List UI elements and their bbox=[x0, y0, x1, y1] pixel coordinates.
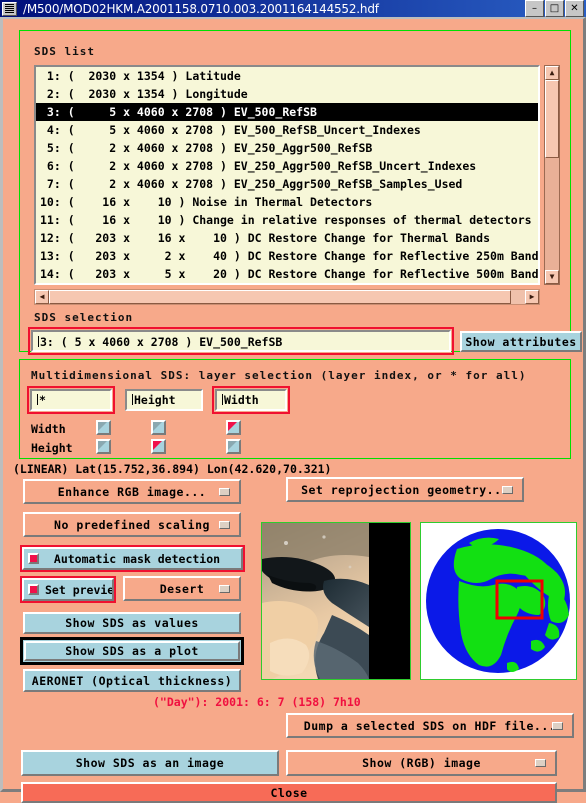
height-dim-input[interactable]: Height bbox=[125, 389, 203, 411]
automatic-mask-detection-toggle[interactable]: Automatic mask detection bbox=[20, 545, 245, 572]
show-attributes-label: Show attributes bbox=[465, 334, 577, 349]
list-item[interactable]: 7: ( 2 x 4060 x 2708 ) EV_250_Aggr500_Re… bbox=[36, 175, 538, 193]
vertical-scroll-thumb[interactable] bbox=[545, 80, 559, 158]
width-row-label: Width bbox=[31, 422, 66, 436]
layer-index-input[interactable]: * bbox=[27, 386, 115, 414]
width-check-1[interactable] bbox=[96, 420, 111, 435]
list-item[interactable]: 6: ( 2 x 4060 x 2708 ) EV_250_Aggr500_Re… bbox=[36, 157, 538, 175]
list-item[interactable]: 12: ( 203 x 16 x 10 ) DC Restore Change … bbox=[36, 229, 538, 247]
list-horizontal-scrollbar[interactable]: ◀ ▶ bbox=[34, 289, 540, 305]
text-caret bbox=[132, 394, 133, 405]
show-rgb-image-label: Show (RGB) image bbox=[362, 756, 481, 770]
automatic-mask-detection-label: Automatic mask detection bbox=[53, 551, 221, 566]
list-item[interactable]: 4: ( 5 x 4060 x 2708 ) EV_500_RefSB_Unce… bbox=[36, 121, 538, 139]
list-item[interactable]: 1: ( 2030 x 1354 ) Latitude bbox=[36, 67, 538, 85]
client-area: SDS list 1: ( 2030 x 1354 ) Latitude 2: … bbox=[0, 17, 586, 803]
dump-sds-label: Dump a selected SDS on HDF file... bbox=[303, 718, 557, 733]
sds-list[interactable]: 1: ( 2030 x 1354 ) Latitude 2: ( 2030 x … bbox=[34, 65, 540, 285]
list-item[interactable]: 14: ( 203 x 5 x 20 ) DC Restore Change f… bbox=[36, 265, 538, 283]
show-sds-plot-button[interactable]: Show SDS as a plot bbox=[20, 637, 244, 665]
set-preview-toggle[interactable]: Set preview bbox=[20, 576, 116, 603]
enhance-rgb-button[interactable]: Enhance RGB image... bbox=[23, 479, 241, 504]
close-button[interactable]: Close bbox=[21, 782, 557, 803]
height-check-2[interactable] bbox=[151, 439, 166, 454]
height-check-1[interactable] bbox=[96, 439, 111, 454]
no-predefined-scaling-label: No predefined scaling bbox=[54, 517, 210, 532]
option-menu-icon bbox=[535, 759, 546, 767]
modis-scene-preview[interactable] bbox=[261, 522, 411, 680]
set-reprojection-label: Set reprojection geometry... bbox=[301, 482, 509, 497]
dump-sds-button[interactable]: Dump a selected SDS on HDF file... bbox=[286, 713, 574, 738]
set-reprojection-button[interactable]: Set reprojection geometry... bbox=[286, 477, 524, 502]
sds-selection-label: SDS selection bbox=[34, 311, 134, 324]
scene-image bbox=[262, 523, 410, 679]
horizontal-scroll-thumb[interactable] bbox=[49, 290, 511, 304]
width-dim-input[interactable]: Width bbox=[212, 386, 290, 414]
close-label: Close bbox=[270, 785, 308, 800]
title-bar: /M500/MOD02HKM.A2001158.0710.003.2001164… bbox=[0, 0, 586, 17]
minimize-icon[interactable]: – bbox=[525, 0, 544, 17]
window-controls: – □ ✕ bbox=[525, 0, 584, 17]
show-sds-values-button[interactable]: Show SDS as values bbox=[23, 612, 241, 634]
layer-selection-group: Multidimensional SDS: layer selection (l… bbox=[19, 359, 571, 459]
desert-label: Desert bbox=[159, 581, 205, 596]
option-menu-icon bbox=[502, 485, 513, 494]
list-item[interactable]: 2: ( 2030 x 1354 ) Longitude bbox=[36, 85, 538, 103]
option-menu-icon bbox=[219, 584, 230, 593]
globe-locator-preview[interactable] bbox=[420, 522, 577, 680]
list-item[interactable]: 10: ( 16 x 10 ) Noise in Thermal Detecto… bbox=[36, 193, 538, 211]
list-item[interactable]: 5: ( 2 x 4060 x 2708 ) EV_250_Aggr500_Re… bbox=[36, 139, 538, 157]
sds-selection-input[interactable]: 3: ( 5 x 4060 x 2708 ) EV_500_RefSB bbox=[28, 327, 454, 355]
layer-selection-label: Multidimensional SDS: layer selection (l… bbox=[31, 369, 527, 382]
show-sds-values-label: Show SDS as values bbox=[65, 616, 199, 630]
text-caret bbox=[222, 394, 223, 405]
width-dim-value: Width bbox=[224, 393, 259, 407]
sds-selection-value: 3: ( 5 x 4060 x 2708 ) EV_500_RefSB bbox=[40, 335, 283, 349]
list-vertical-scrollbar[interactable]: ▲ ▼ bbox=[544, 65, 560, 285]
height-row-label: Height bbox=[31, 441, 73, 455]
close-icon[interactable]: ✕ bbox=[565, 0, 584, 17]
aeronet-button[interactable]: AERONET (Optical thickness) bbox=[23, 669, 241, 692]
option-menu-icon bbox=[219, 520, 230, 529]
sds-list-label: SDS list bbox=[34, 45, 95, 58]
window-menu-icon[interactable] bbox=[2, 1, 17, 16]
list-item[interactable]: 13: ( 203 x 2 x 40 ) DC Restore Change f… bbox=[36, 247, 538, 265]
height-dim-value: Height bbox=[134, 393, 176, 407]
window-title: /M500/MOD02HKM.A2001158.0710.003.2001164… bbox=[23, 1, 379, 16]
show-sds-image-label: Show SDS as an image bbox=[75, 756, 225, 770]
show-sds-image-button[interactable]: Show SDS as an image bbox=[21, 750, 279, 776]
checkbox-indicator bbox=[28, 584, 39, 595]
scroll-down-icon[interactable]: ▼ bbox=[545, 270, 559, 284]
maximize-icon[interactable]: □ bbox=[545, 0, 564, 17]
day-status-label: ("Day"): 2001: 6: 7 (158) 7h10 bbox=[153, 695, 361, 709]
list-item[interactable]: 11: ( 16 x 10 ) Change in relative respo… bbox=[36, 211, 538, 229]
desert-option-button[interactable]: Desert bbox=[123, 576, 241, 601]
show-sds-plot-inner: Show SDS as a plot bbox=[24, 641, 240, 661]
checkbox-indicator bbox=[28, 553, 39, 564]
text-caret bbox=[38, 336, 39, 347]
list-item-selected[interactable]: 3: ( 5 x 4060 x 2708 ) EV_500_RefSB bbox=[36, 103, 538, 121]
show-sds-plot-label: Show SDS as a plot bbox=[65, 644, 199, 658]
aeronet-label: AERONET (Optical thickness) bbox=[31, 673, 233, 688]
show-attributes-button[interactable]: Show attributes bbox=[460, 331, 582, 352]
text-caret bbox=[37, 394, 38, 405]
enhance-rgb-label: Enhance RGB image... bbox=[57, 484, 207, 499]
width-check-3[interactable] bbox=[226, 420, 241, 435]
set-preview-label: Set preview bbox=[45, 582, 112, 597]
scroll-up-icon[interactable]: ▲ bbox=[545, 66, 559, 80]
geo-coordinates-label: (LINEAR) Lat(15.752,36.894) Lon(42.620,7… bbox=[13, 462, 332, 476]
option-menu-icon bbox=[552, 721, 563, 730]
application-window: /M500/MOD02HKM.A2001158.0710.003.2001164… bbox=[0, 0, 586, 803]
show-rgb-image-button[interactable]: Show (RGB) image bbox=[286, 750, 557, 776]
sds-list-group: SDS list 1: ( 2030 x 1354 ) Latitude 2: … bbox=[19, 30, 582, 355]
scroll-right-icon[interactable]: ▶ bbox=[525, 290, 539, 304]
width-check-2[interactable] bbox=[151, 420, 166, 435]
layer-index-value: * bbox=[39, 393, 46, 407]
option-menu-icon bbox=[219, 487, 230, 496]
scroll-left-icon[interactable]: ◀ bbox=[35, 290, 49, 304]
no-predefined-scaling-button[interactable]: No predefined scaling bbox=[23, 512, 241, 537]
globe-image bbox=[421, 523, 576, 679]
height-check-3[interactable] bbox=[226, 439, 241, 454]
